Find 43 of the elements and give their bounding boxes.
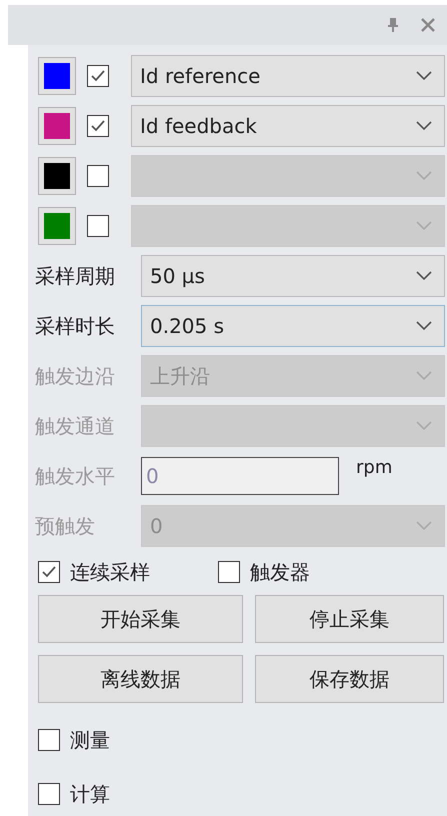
field-label: 触发边沿	[35, 362, 116, 390]
checkbox-label[interactable]: 触发器	[250, 558, 310, 586]
action-button[interactable]: 离线数据	[38, 655, 243, 703]
chevron-down-icon	[416, 371, 432, 381]
color-swatch-button[interactable]	[38, 107, 76, 145]
dropdown[interactable]: 50 μs	[141, 255, 445, 297]
dropdown[interactable]: 0.205 s	[141, 305, 445, 347]
field-label: 采样周期	[35, 262, 116, 290]
dropdown[interactable]: Id reference	[131, 55, 445, 97]
checkbox[interactable]	[38, 729, 60, 751]
field-label: 触发通道	[35, 412, 116, 440]
chevron-down-icon	[416, 171, 432, 181]
color-swatch-button[interactable]	[38, 207, 76, 245]
checkbox-label[interactable]: 测量	[70, 726, 110, 754]
action-button[interactable]: 保存数据	[255, 655, 444, 703]
action-button[interactable]: 开始采集	[38, 595, 243, 643]
chevron-down-icon	[416, 521, 432, 531]
action-button[interactable]: 停止采集	[255, 595, 444, 643]
checkbox-label[interactable]: 计算	[70, 780, 110, 808]
pin-icon[interactable]	[387, 17, 399, 33]
dropdown[interactable]: Id feedback	[131, 105, 445, 147]
unit-label: rpm	[356, 457, 392, 478]
field-label: 采样时长	[35, 312, 116, 340]
chevron-down-icon	[416, 121, 432, 131]
check-icon	[90, 69, 106, 83]
checkbox[interactable]	[38, 561, 60, 583]
chevron-down-icon	[416, 271, 432, 281]
check-icon	[41, 565, 57, 579]
field-label: 预触发	[35, 512, 96, 540]
field-label: 触发水平	[35, 462, 116, 490]
checkbox[interactable]	[87, 65, 109, 87]
color-swatch-button[interactable]	[38, 157, 76, 195]
chevron-down-icon	[416, 421, 432, 431]
chevron-down-icon	[416, 321, 432, 331]
check-icon	[90, 119, 106, 133]
color-swatch-button[interactable]	[38, 57, 76, 95]
chevron-down-icon	[416, 71, 432, 81]
chevron-down-icon	[416, 221, 432, 231]
checkbox[interactable]	[87, 115, 109, 137]
checkbox[interactable]	[218, 561, 240, 583]
checkbox-label[interactable]: 连续采样	[70, 558, 150, 586]
close-icon[interactable]	[421, 18, 435, 32]
checkbox[interactable]	[38, 783, 60, 805]
